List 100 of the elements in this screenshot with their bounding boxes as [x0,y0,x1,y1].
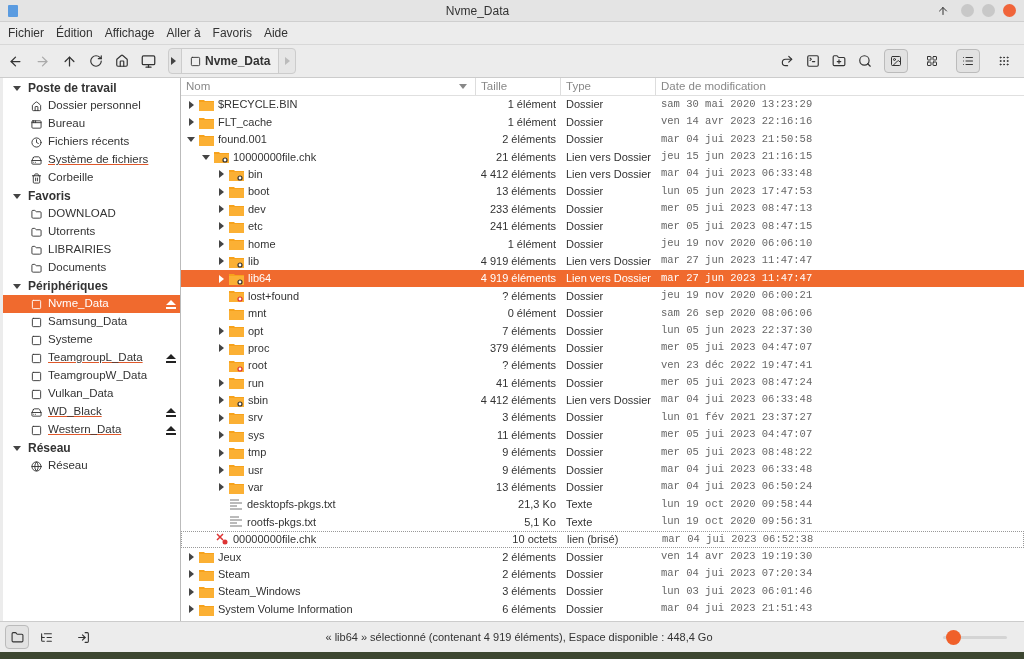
file-row[interactable]: opt 7 éléments Dossier lun 05 jun 2023 22:37:30 [181,322,1024,340]
expander-icon[interactable] [187,118,195,127]
terminal-icon[interactable] [806,54,820,68]
expander-icon[interactable] [217,465,225,474]
menu-item[interactable]: Favoris [212,24,252,42]
monitor-icon[interactable] [141,53,156,69]
file-row[interactable]: FLT_cache 1 élément Dossier ven 14 avr 2023 22:16:16 [181,113,1024,131]
file-row[interactable]: sbin 4 412 éléments Lien vers Dossier mar 04 jui 2023 06:33:48 [181,391,1024,410]
sidebar-item[interactable]: Fichiers récents [3,133,180,151]
file-row[interactable]: root ? éléments Dossier ven 23 déc 2022 19:47:41 [181,356,1024,375]
file-row[interactable]: lib 4 919 éléments Lien vers Dossier mar 27 jun 2023 11:47:47 [181,252,1024,270]
file-row[interactable]: run 41 éléments Dossier mer 05 jui 2023 08:47:24 [181,374,1024,392]
keep-above-icon[interactable] [937,4,949,17]
file-row[interactable]: desktopfs-pkgs.txt 21,3 Ko Texte lun 19 oct 2020 09:58:44 [181,496,1024,514]
section-toggle-icon[interactable] [13,192,21,200]
places-button[interactable] [5,625,29,649]
sidebar-item[interactable]: Vulkan_Data [3,385,180,403]
expander-icon[interactable] [217,257,225,266]
file-row[interactable]: sys 11 éléments Dossier mer 05 jui 2023 04:47:07 [181,426,1024,444]
sidebar-item[interactable]: Système de fichiers [3,151,180,169]
menu-item[interactable]: Aller à [166,24,201,42]
file-row[interactable]: etc 241 éléments Dossier mer 05 jui 2023 08:47:15 [181,217,1024,236]
sidebar-item[interactable]: Systeme [3,331,180,349]
sidebar-item[interactable]: TeamgroupW_Data [3,367,180,385]
expander-icon[interactable] [217,239,225,248]
expander-icon[interactable] [217,205,225,214]
menu-item[interactable]: Édition [56,24,93,42]
section-header[interactable]: Réseau [28,439,71,457]
path-button[interactable]: Nvme_Data [181,49,280,73]
sidebar-item[interactable]: Bureau [3,115,180,133]
sidebar-item[interactable]: Documents [3,259,180,277]
sidebar-item[interactable]: Dossier personnel [3,97,180,115]
file-row[interactable]: tmp 9 éléments Dossier mer 05 jui 2023 08:48:22 [181,443,1024,462]
section-toggle-icon[interactable] [13,282,21,290]
section-toggle-icon[interactable] [13,84,21,92]
expander-icon[interactable] [217,326,225,335]
section-toggle-icon[interactable] [13,444,21,452]
file-row[interactable]: lost+found ? éléments Dossier jeu 19 nov 2020 06:00:21 [181,287,1024,305]
expander-icon[interactable] [217,170,225,179]
expander-icon[interactable] [187,552,195,561]
column-header[interactable]: Type [561,77,656,96]
expander-icon[interactable] [217,431,225,440]
back-icon[interactable] [8,53,23,69]
new-folder-icon[interactable] [832,54,846,68]
section-header[interactable]: Poste de travail [28,79,117,97]
sidebar-item[interactable]: DOWNLOAD [3,205,180,223]
menu-item[interactable]: Aide [263,24,288,42]
file-row[interactable]: home 1 élément Dossier jeu 19 nov 2020 06:06:10 [181,235,1024,253]
sidebar-item[interactable]: TeamgroupL_Data [3,349,180,367]
file-row[interactable]: srv 3 éléments Dossier lun 01 fév 2021 23:37:27 [181,409,1024,427]
expander-icon[interactable] [217,378,225,387]
search-icon[interactable] [858,54,872,68]
menu-item[interactable]: Fichier [8,24,44,42]
sidebar-item[interactable]: WD_Black [3,403,180,421]
sidebar-item[interactable]: Réseau [3,457,180,475]
sidebar-item[interactable]: LIBRAIRIES [3,241,180,259]
reload-icon[interactable] [89,54,103,68]
expander-icon[interactable] [187,135,195,144]
file-row[interactable]: Jeux 2 éléments Dossier ven 14 avr 2023 19:19:30 [181,548,1024,566]
sidebar-item[interactable]: Corbeille [3,169,180,187]
column-header[interactable]: Nom [181,77,476,96]
file-row[interactable]: 00000000file.chk 10 octets lien (brisé) mar 04 jui 2023 06:52:38 [181,530,1024,549]
home-icon[interactable] [115,54,129,68]
expander-icon[interactable] [187,570,195,579]
file-row[interactable]: 10000000file.chk 21 éléments Lien vers Dossier jeu 15 jun 2023 21:16:15 [181,148,1024,166]
redo-icon[interactable] [780,54,794,68]
file-row[interactable]: $RECYCLE.BIN 1 élément Dossier sam 30 mai 2020 13:23:29 [181,96,1024,114]
expander-icon[interactable] [217,413,225,422]
expander-icon[interactable] [217,483,225,492]
file-row[interactable]: Steam 2 éléments Dossier mar 04 jui 2023 07:20:34 [181,565,1024,583]
expander-icon[interactable] [217,448,225,457]
expander-icon[interactable] [217,344,225,353]
close-button[interactable] [1003,4,1016,17]
expander-icon[interactable] [187,605,195,613]
sidebar-item[interactable]: Western_Data [3,421,180,439]
expander-icon[interactable] [187,587,195,596]
column-header[interactable]: Date de modification [656,77,1024,96]
file-row[interactable]: mnt 0 élément Dossier sam 26 sep 2020 08:06:06 [181,304,1024,323]
menu-item[interactable]: Affichage [104,24,155,42]
file-row[interactable]: usr 9 éléments Dossier mar 04 jui 2023 06:33:48 [181,461,1024,479]
column-header[interactable]: Taille [476,77,561,96]
sidebar-item[interactable]: Utorrents [3,223,180,241]
expander-icon[interactable] [217,222,225,231]
view-button[interactable] [884,49,908,73]
file-row[interactable]: bin 4 412 éléments Lien vers Dossier mar 04 jui 2023 06:33:48 [181,165,1024,183]
file-row[interactable]: var 13 éléments Dossier mar 04 jui 2023 06:50:24 [181,478,1024,496]
eject-icon[interactable] [166,407,176,417]
view-button[interactable] [956,49,980,73]
expander-icon[interactable] [187,100,195,109]
file-row[interactable]: boot 13 éléments Dossier lun 05 jun 2023 17:47:53 [181,182,1024,201]
file-row[interactable]: System Volume Information 6 éléments Dossier mar 04 jui 2023 21:51:43 [181,600,1024,618]
slider-thumb[interactable] [946,629,962,645]
up-icon[interactable] [62,53,77,69]
file-row[interactable]: proc 379 éléments Dossier mer 05 jui 2023 04:47:07 [181,339,1024,357]
expander-icon[interactable] [202,152,210,161]
file-row[interactable]: rootfs-pkgs.txt 5,1 Ko Texte lun 19 oct 2020 09:56:31 [181,513,1024,531]
eject-icon[interactable] [166,353,176,363]
section-header[interactable]: Favoris [28,187,71,205]
zoom-slider[interactable] [943,629,1007,645]
eject-icon[interactable] [166,425,176,435]
